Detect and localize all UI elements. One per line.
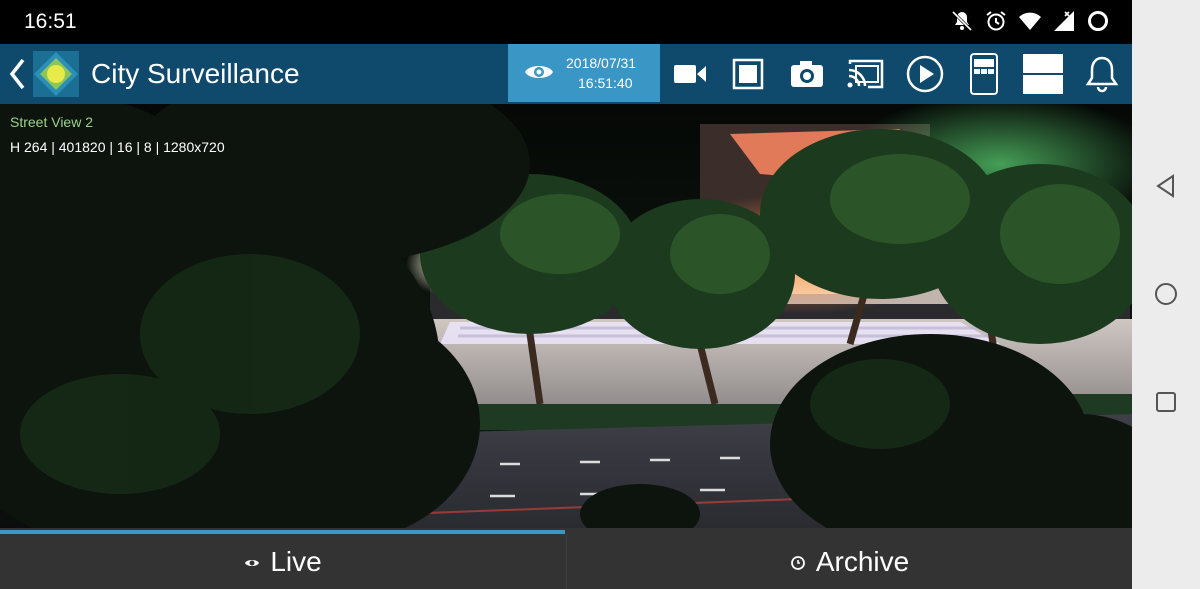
android-nav-bar [1132,0,1200,589]
status-bar: 16:51 [0,0,1132,44]
playback-date: 2018/07/31 [566,55,637,71]
tab-bar: Live Archive [0,528,1132,589]
back-triangle-icon[interactable] [1152,172,1180,200]
bell-off-icon [950,9,974,33]
home-circle-icon[interactable] [1152,280,1180,308]
app-bar: City Surveillance 2018/07/31 16:51:40 [0,44,1132,104]
recents-square-icon[interactable] [1152,388,1180,416]
tab-archive-label: Archive [815,545,910,577]
street-scene-image [0,104,1132,528]
datetime-display[interactable]: 2018/07/31 16:51:40 [508,44,660,102]
camera-name: Street View 2 [10,114,94,130]
camera-icon[interactable] [785,52,829,96]
video-camera-icon[interactable] [668,52,712,96]
status-icons [950,9,1110,33]
wifi-icon [1018,9,1042,33]
split-view-icon[interactable] [1021,52,1065,96]
alarm-icon [984,9,1008,33]
eye-icon [524,60,554,84]
playback-time: 16:51:40 [578,75,633,91]
signal-icon [1052,9,1076,33]
video-feed[interactable]: Street View 2 H 264 | 401820 | 16 | 8 | … [0,104,1132,528]
grid-layout-icon[interactable] [962,52,1006,96]
notification-bell-icon[interactable] [1080,52,1124,96]
stop-icon[interactable] [726,52,770,96]
play-icon[interactable] [903,52,947,96]
diamond-logo-icon [30,48,82,100]
cast-icon[interactable] [844,52,888,96]
app-title: City Surveillance [91,58,300,89]
tab-live-label: Live [270,545,322,577]
tab-archive[interactable]: Archive [566,534,1132,589]
battery-ring-icon [1086,9,1110,33]
status-time: 16:51 [24,10,77,33]
chevron-left-icon[interactable] [6,56,28,92]
clock-icon [790,546,806,578]
eye-icon [244,546,260,578]
tab-live[interactable]: Live [0,534,566,589]
stream-info: H 264 | 401820 | 16 | 8 | 1280x720 [10,139,225,155]
